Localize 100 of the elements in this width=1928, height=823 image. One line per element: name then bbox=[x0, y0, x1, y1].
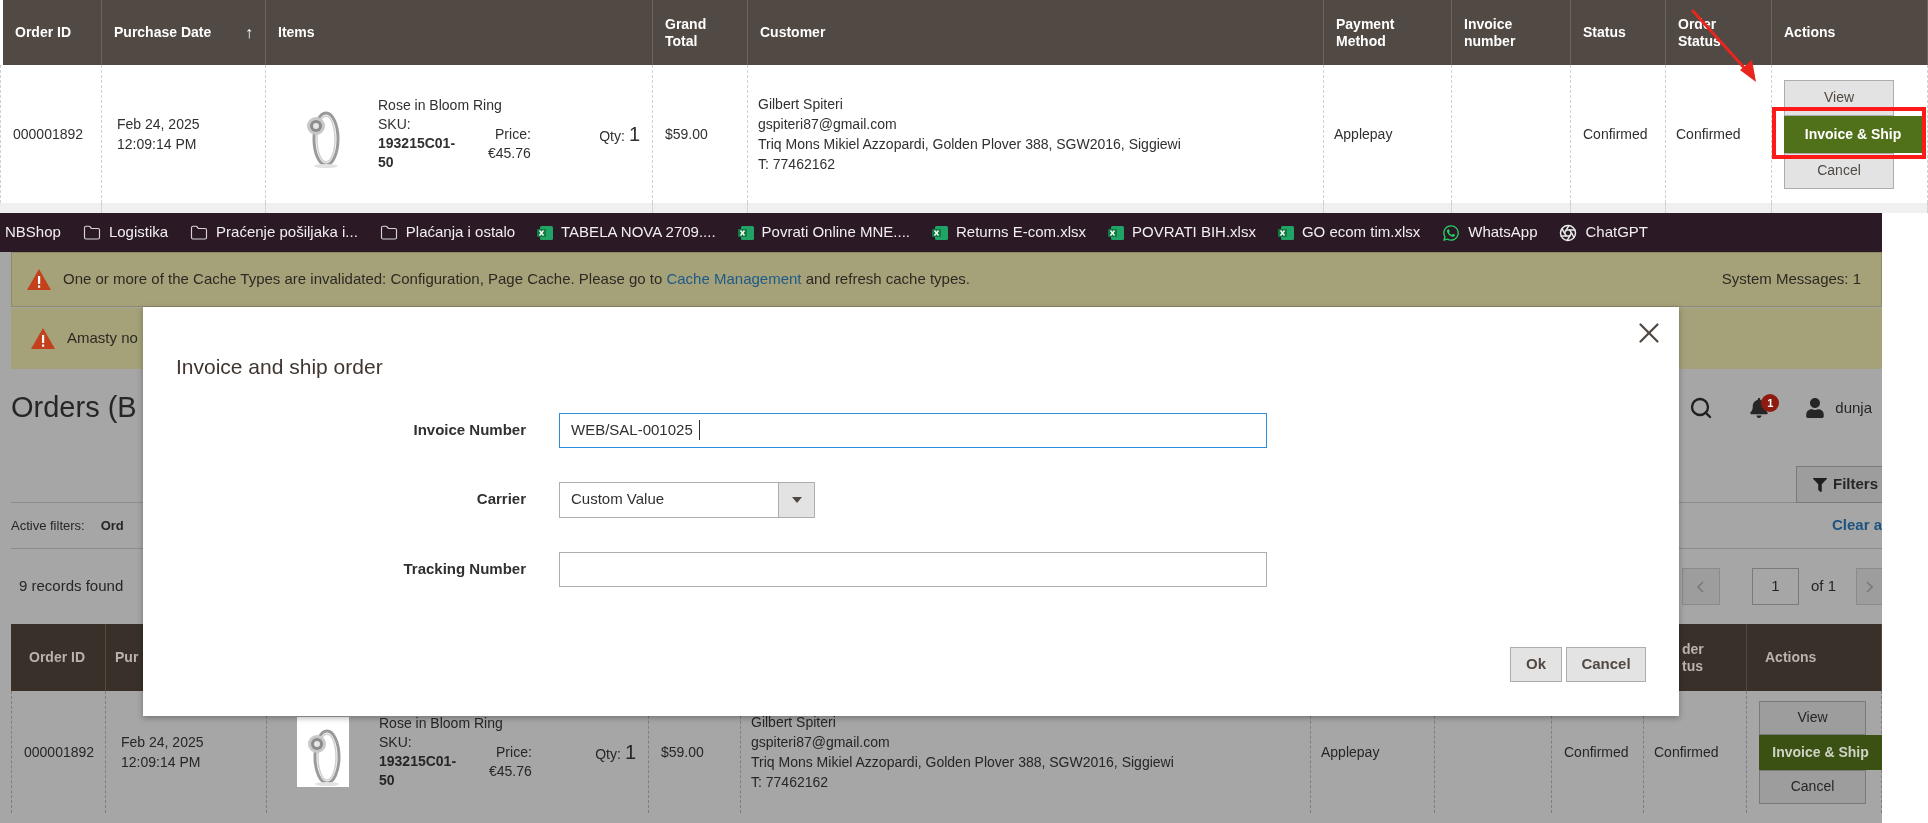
column-header[interactable]: der tus bbox=[1682, 640, 1712, 675]
bookmark[interactable]: POVRATI BIH.xlsx bbox=[1132, 221, 1256, 244]
column-header[interactable]: Grand Total bbox=[665, 15, 715, 50]
user-icon[interactable] bbox=[1805, 398, 1826, 418]
qty-label: Qty: bbox=[595, 745, 621, 764]
column-header[interactable]: Items bbox=[278, 24, 315, 41]
sku-value: 193215C01-50 bbox=[378, 134, 457, 172]
sku-label: SKU: bbox=[379, 733, 413, 752]
action-button[interactable]: View bbox=[1759, 700, 1866, 735]
spreadsheet-icon bbox=[537, 224, 554, 241]
spreadsheet-icon bbox=[737, 224, 754, 241]
page-title: Orders (B bbox=[11, 390, 137, 426]
customer-name: Gilbert Spiteri bbox=[751, 713, 837, 732]
customer-phone: T: 77462162 bbox=[758, 155, 837, 174]
bookmark[interactable]: GO ecom tim.xlsx bbox=[1301, 221, 1421, 244]
phone-bubble-icon bbox=[1442, 223, 1461, 242]
page-number-field[interactable]: 1 bbox=[1751, 568, 1799, 605]
purchase-time: 12:09:14 PM bbox=[121, 753, 202, 772]
column-header[interactable]: Customer bbox=[760, 24, 826, 41]
filter-chip[interactable]: Ord bbox=[100, 515, 124, 536]
customer-name: Gilbert Spiteri bbox=[758, 95, 844, 114]
search-icon[interactable] bbox=[1689, 396, 1714, 420]
bookmark[interactable]: Plaćanja i ostalo bbox=[405, 221, 516, 244]
warning-icon bbox=[31, 328, 55, 349]
page-total: of 1 bbox=[1810, 576, 1836, 597]
sku-value: 193215C01-50 bbox=[379, 752, 458, 790]
caret-icon bbox=[778, 482, 814, 517]
column-header[interactable]: Payment Method bbox=[1336, 15, 1406, 50]
chevron-left-icon bbox=[1697, 580, 1705, 593]
user-name[interactable]: dunja bbox=[1835, 396, 1872, 420]
price-value: €45.76 bbox=[489, 762, 532, 781]
item-name: Rose in Bloom Ring bbox=[378, 96, 503, 115]
bookmark[interactable]: TABELA NOVA 2709.... bbox=[561, 221, 716, 244]
status: Confirmed bbox=[1563, 742, 1629, 762]
column-header[interactable]: Purchase Date bbox=[114, 24, 212, 41]
customer-phone: T: 77462162 bbox=[751, 773, 830, 792]
action-button[interactable]: Invoice & Ship bbox=[1784, 115, 1922, 153]
purchase-date: Feb 24, 2025 bbox=[121, 733, 204, 752]
bookmark[interactable]: Returns E-com.xlsx bbox=[956, 221, 1086, 244]
column-header[interactable]: Actions bbox=[1765, 649, 1817, 666]
records-count: 9 records found bbox=[19, 576, 124, 597]
sort-indicator[interactable]: ↑ bbox=[245, 24, 253, 41]
bookmark[interactable]: Povrati Online MNE.... bbox=[761, 221, 910, 244]
message-text: Amasty no bbox=[67, 328, 138, 349]
purchase-date: Feb 24, 2025 bbox=[117, 115, 200, 134]
field-label: Tracking Number bbox=[402, 558, 526, 579]
bookmark[interactable]: Logistika bbox=[108, 221, 169, 244]
column-header[interactable]: Actions bbox=[1784, 24, 1836, 41]
purchase-time: 12:09:14 PM bbox=[117, 135, 198, 154]
column-header[interactable]: Order ID bbox=[15, 24, 71, 41]
qty-value: 1 bbox=[624, 740, 636, 765]
column-header[interactable]: Status bbox=[1583, 24, 1626, 41]
active-filters-label: Active filters: bbox=[11, 516, 85, 535]
qty-label: Qty: bbox=[599, 127, 625, 146]
sku-label: SKU: bbox=[378, 115, 412, 134]
item-name: Rose in Bloom Ring bbox=[379, 714, 504, 733]
filters-button[interactable]: Filters bbox=[1796, 466, 1882, 503]
customer-email: gspiteri87@gmail.com bbox=[751, 733, 891, 752]
customer-email: gspiteri87@gmail.com bbox=[758, 115, 898, 134]
payment-method: Applepay bbox=[1333, 124, 1393, 144]
column-header[interactable]: Pur bbox=[115, 649, 139, 666]
order-id: 000001892 bbox=[23, 742, 95, 762]
folder-icon bbox=[379, 223, 398, 242]
dialog-button[interactable]: Ok bbox=[1510, 647, 1562, 682]
bookmark[interactable]: NBShop bbox=[5, 221, 61, 244]
grand-total: $59.00 bbox=[660, 742, 704, 762]
action-button[interactable]: Invoice & Ship bbox=[1759, 734, 1882, 770]
text-field[interactable] bbox=[559, 551, 1267, 587]
customer-address: Triq Mons Mikiel Azzopardi, Golden Plover 388, SGW2016, Siggiewi bbox=[758, 135, 1181, 154]
text-field[interactable]: WEB/SAL-001025 bbox=[559, 412, 1267, 448]
spreadsheet-icon bbox=[1108, 224, 1124, 241]
customer-address: Triq Mons Mikiel Azzopardi, Golden Plover 388, SGW2016, Siggiewi bbox=[751, 753, 1174, 772]
carrier-select[interactable]: Custom Value bbox=[559, 481, 815, 518]
field-label: Invoice Number bbox=[412, 419, 526, 440]
field-label: Carrier bbox=[475, 489, 526, 510]
spreadsheet-icon bbox=[932, 224, 948, 241]
column-header[interactable]: Invoice number bbox=[1464, 15, 1534, 50]
order-status: Confirmed bbox=[1653, 742, 1719, 762]
status: Confirmed bbox=[1582, 124, 1648, 144]
spreadsheet-icon bbox=[1277, 224, 1294, 241]
filter-icon bbox=[1813, 477, 1827, 492]
chevron-right-icon bbox=[1866, 580, 1873, 593]
bookmark[interactable]: ChatGPT bbox=[1585, 221, 1648, 244]
column-header[interactable]: Order ID bbox=[29, 649, 85, 666]
price-value: €45.76 bbox=[488, 144, 531, 163]
modal-title: Invoice and ship order bbox=[176, 355, 383, 378]
folder-icon bbox=[190, 223, 209, 242]
warning-icon bbox=[27, 269, 51, 290]
bookmark[interactable]: WhatsApp bbox=[1468, 221, 1538, 244]
qty-value: 1 bbox=[628, 122, 640, 147]
order-status: Confirmed bbox=[1675, 124, 1741, 144]
bookmark[interactable]: Praćenje pošiljaka i... bbox=[216, 221, 358, 244]
folder-icon bbox=[82, 223, 101, 242]
action-button[interactable]: Cancel bbox=[1759, 769, 1866, 804]
price-label: Price: bbox=[495, 125, 531, 144]
system-messages-count[interactable]: System Messages: 1 bbox=[1721, 268, 1861, 291]
payment-method: Applepay bbox=[1320, 742, 1380, 762]
order-id: 000001892 bbox=[12, 124, 84, 144]
dialog-button[interactable]: Cancel bbox=[1566, 647, 1646, 682]
price-label: Price: bbox=[496, 743, 532, 762]
